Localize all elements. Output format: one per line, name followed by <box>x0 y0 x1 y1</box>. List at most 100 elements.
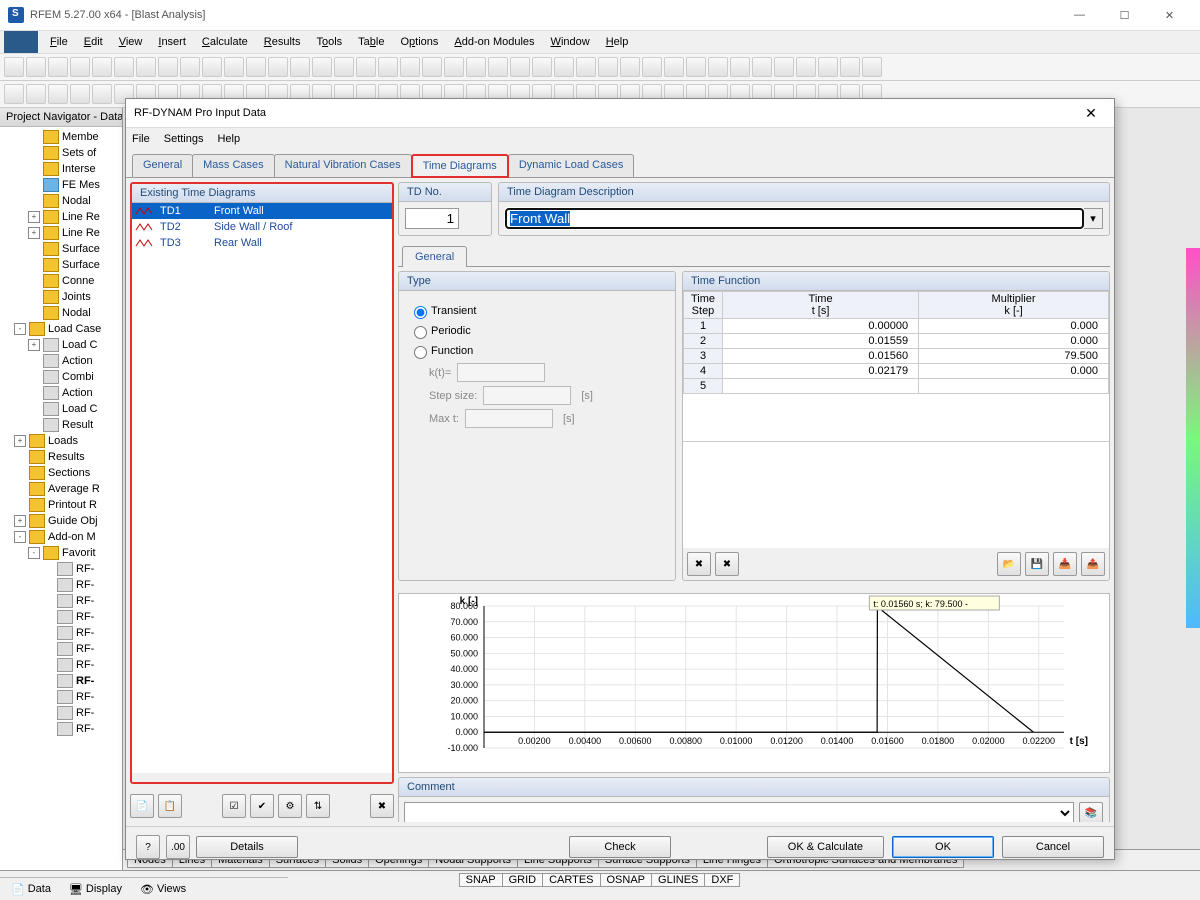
radio-periodic[interactable]: Periodic <box>409 323 665 339</box>
close-button[interactable]: ✕ <box>1147 0 1192 30</box>
time-function-table[interactable]: TimeStepTimet [s]Multiplierk [-]10.00000… <box>683 291 1109 394</box>
td-list-row[interactable]: TD2Side Wall / Roof <box>132 219 392 235</box>
menu-file[interactable]: File <box>42 34 76 50</box>
tree-item[interactable]: Surface <box>0 257 122 273</box>
menu-options[interactable]: Options <box>392 34 446 50</box>
tree-item[interactable]: Results <box>0 449 122 465</box>
td-no-input[interactable] <box>405 208 459 229</box>
tree-item[interactable]: Sections <box>0 465 122 481</box>
tree-item[interactable]: Sets of <box>0 145 122 161</box>
ok-calculate-button[interactable]: OK & Calculate <box>767 836 884 858</box>
sort-button[interactable]: ⇅ <box>306 794 330 818</box>
details-button[interactable]: Details <box>196 836 298 858</box>
td-list-row[interactable]: TD1Front Wall <box>132 203 392 219</box>
tree-item[interactable]: +Load C <box>0 337 122 353</box>
tree-item[interactable]: FE Mes <box>0 177 122 193</box>
tree-item[interactable]: Result <box>0 417 122 433</box>
tree-item[interactable]: RF- <box>0 705 122 721</box>
tf-excel-import-button[interactable]: 📥 <box>1053 552 1077 576</box>
radio-function[interactable]: Function <box>409 343 665 359</box>
menu-help[interactable]: Help <box>598 34 637 50</box>
status-toggle[interactable]: CARTES <box>542 873 600 887</box>
tree-item[interactable]: -Load Case <box>0 321 122 337</box>
tab-dlc[interactable]: Dynamic Load Cases <box>508 154 635 177</box>
check-button[interactable]: Check <box>569 836 671 858</box>
radio-transient[interactable]: Transient <box>409 303 665 319</box>
menu-edit[interactable]: Edit <box>76 34 111 50</box>
menu-addon[interactable]: Add-on Modules <box>446 34 542 50</box>
status-toggle[interactable]: DXF <box>704 873 740 887</box>
ok-button[interactable]: OK <box>892 836 994 858</box>
dialog-menu-settings[interactable]: Settings <box>164 133 204 145</box>
navigator-view-tabs[interactable]: 📄 Data 🖥 Display 👁 Views <box>0 877 288 900</box>
menu-table[interactable]: Table <box>350 34 392 50</box>
cancel-button[interactable]: Cancel <box>1002 836 1104 858</box>
tree-item[interactable]: Action <box>0 353 122 369</box>
copy-td-button[interactable]: 📋 <box>158 794 182 818</box>
tree-item[interactable]: Nodal <box>0 193 122 209</box>
tree-item[interactable]: Joints <box>0 289 122 305</box>
tf-save-button[interactable]: 💾 <box>1025 552 1049 576</box>
tree-item[interactable]: RF- <box>0 609 122 625</box>
tab-nvc[interactable]: Natural Vibration Cases <box>274 154 412 177</box>
navigator-tree[interactable]: MembeSets ofInterseFE MesNodal+Line Re+L… <box>0 127 122 739</box>
tree-item[interactable]: +Line Re <box>0 209 122 225</box>
menu-calculate[interactable]: Calculate <box>194 34 256 50</box>
tree-item[interactable]: Action <box>0 385 122 401</box>
tree-item[interactable]: Average R <box>0 481 122 497</box>
tree-item[interactable]: RF- <box>0 721 122 737</box>
tree-item[interactable]: +Guide Obj <box>0 513 122 529</box>
tab-general[interactable]: General <box>132 154 193 177</box>
td-desc-dropdown[interactable]: ▾ <box>1084 208 1103 229</box>
tree-item[interactable]: Interse <box>0 161 122 177</box>
nav-tab-data[interactable]: 📄 Data <box>4 880 58 899</box>
tree-item[interactable]: RF- <box>0 641 122 657</box>
menu-results[interactable]: Results <box>256 34 309 50</box>
menu-tools[interactable]: Tools <box>308 34 350 50</box>
tree-item[interactable]: RF- <box>0 657 122 673</box>
delete-td-button[interactable]: ✖ <box>370 794 394 818</box>
tree-item[interactable]: RF- <box>0 625 122 641</box>
units-button[interactable]: .00 <box>166 835 190 859</box>
dialog-close-button[interactable]: ✕ <box>1076 103 1106 123</box>
new-td-button[interactable]: 📄 <box>130 794 154 818</box>
status-toggle[interactable]: GRID <box>502 873 544 887</box>
tree-item[interactable]: Combi <box>0 369 122 385</box>
minimize-button[interactable]: — <box>1057 0 1102 30</box>
menu-insert[interactable]: Insert <box>150 34 194 50</box>
tree-item[interactable]: Surface <box>0 241 122 257</box>
tree-item[interactable]: Nodal <box>0 305 122 321</box>
nav-tab-views[interactable]: 👁 Views <box>133 880 193 899</box>
check-button-icon[interactable]: ✔ <box>250 794 274 818</box>
td-list[interactable]: TD1Front WallTD2Side Wall / RoofTD3Rear … <box>132 203 392 773</box>
comment-input[interactable] <box>404 802 1074 822</box>
help-button[interactable]: ? <box>136 835 160 859</box>
status-toggle[interactable]: SNAP <box>459 873 503 887</box>
tree-item[interactable]: RF- <box>0 561 122 577</box>
dialog-menu-help[interactable]: Help <box>217 133 240 145</box>
td-list-row[interactable]: TD3Rear Wall <box>132 235 392 251</box>
tree-item[interactable]: Membe <box>0 129 122 145</box>
tree-item[interactable]: -Favorit <box>0 545 122 561</box>
status-toggle[interactable]: OSNAP <box>600 873 653 887</box>
nav-tab-display[interactable]: 🖥 Display <box>62 880 129 899</box>
tree-item[interactable]: Load C <box>0 401 122 417</box>
comment-library-button[interactable]: 📚 <box>1079 802 1103 823</box>
tree-item[interactable]: +Loads <box>0 433 122 449</box>
menu-view[interactable]: View <box>111 34 151 50</box>
td-desc-input[interactable] <box>505 208 1084 229</box>
tree-item[interactable]: -Add-on M <box>0 529 122 545</box>
status-toggle[interactable]: GLINES <box>651 873 705 887</box>
tree-item[interactable]: Printout R <box>0 497 122 513</box>
tree-item[interactable]: RF- <box>0 689 122 705</box>
tree-item[interactable]: RF- <box>0 577 122 593</box>
tf-delete-row-button[interactable]: ✖ <box>687 552 711 576</box>
subtab-general[interactable]: General <box>402 246 467 267</box>
tf-import-button[interactable]: 📂 <box>997 552 1021 576</box>
select-all-button[interactable]: ☑ <box>222 794 246 818</box>
tree-item[interactable]: RF- <box>0 673 122 689</box>
tree-item[interactable]: RF- <box>0 593 122 609</box>
maximize-button[interactable]: ☐ <box>1102 0 1147 30</box>
tree-item[interactable]: +Line Re <box>0 225 122 241</box>
menu-window[interactable]: Window <box>543 34 598 50</box>
